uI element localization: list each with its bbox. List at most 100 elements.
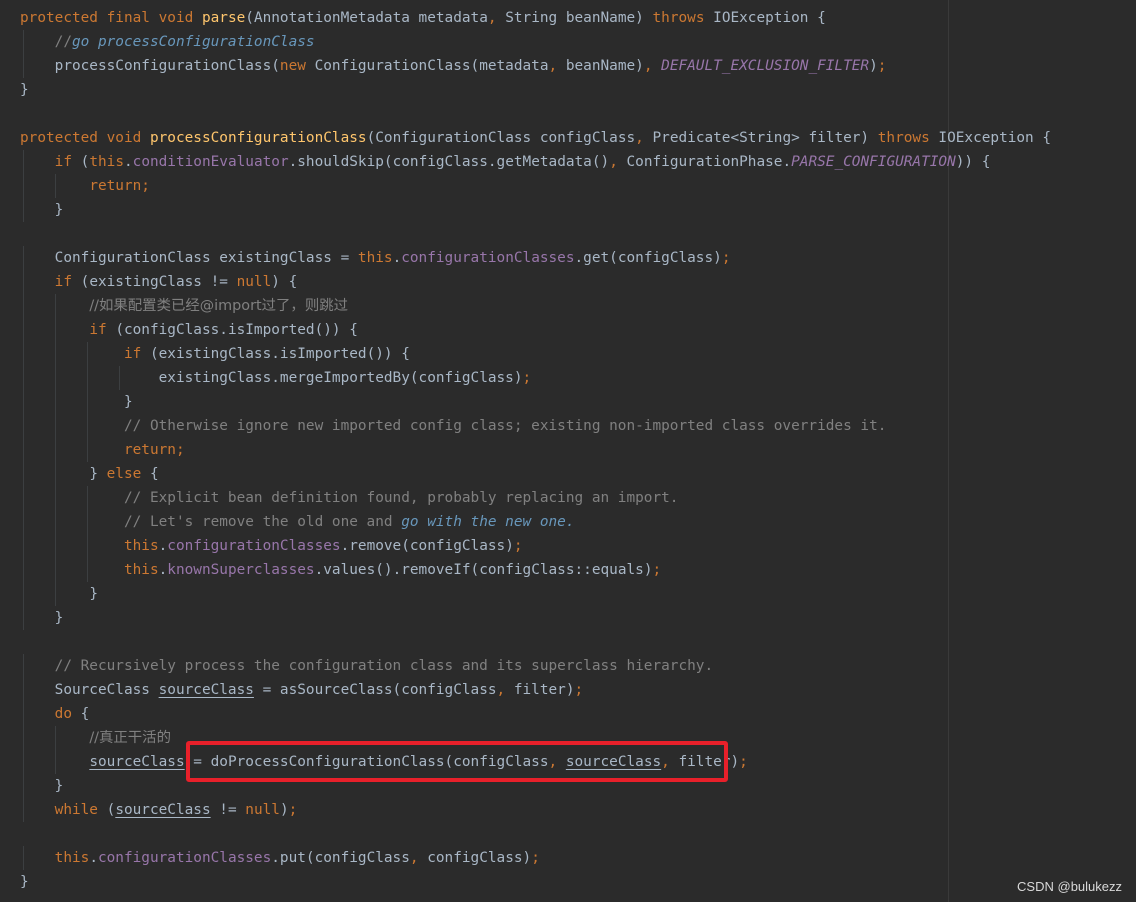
code-token-cmt-kw: go processConfigurationClass	[71, 34, 315, 50]
code-token-plain: .shouldSkip(configClass.getMetadata()	[288, 154, 610, 170]
indent-guide	[55, 366, 56, 390]
indent-guide	[87, 486, 88, 510]
code-token-plain: ConfigurationPhase.	[626, 154, 792, 170]
code-token-comment: // Recursively process the configuration…	[54, 658, 714, 674]
code-token-plain: (existingClass !=	[80, 274, 237, 290]
code-line[interactable]: // Otherwise ignore new imported config …	[20, 414, 1051, 438]
indent-guide	[23, 558, 24, 582]
code-line[interactable]: // Explicit bean definition found, proba…	[20, 486, 1051, 510]
code-line[interactable]	[20, 822, 1051, 846]
code-line[interactable]: protected final void parse(AnnotationMet…	[20, 6, 1051, 30]
indent-guide	[23, 606, 24, 630]
code-token-field: knownSuperclasses	[167, 562, 315, 578]
code-token-kw: if	[54, 154, 81, 170]
code-token-plain: (	[106, 802, 116, 818]
code-token-plain: (ConfigurationClass configClass	[366, 130, 636, 146]
code-token-plain: processConfigurationClass(	[54, 58, 280, 74]
indent-guide	[23, 798, 24, 822]
code-line[interactable]: if (configClass.isImported()) {	[20, 318, 1051, 342]
code-token-plain: ConfigurationClass(metadata	[314, 58, 549, 74]
code-token-plain: existingClass.mergeImportedBy(configClas…	[158, 370, 523, 386]
code-token-kw: ;	[522, 370, 532, 386]
code-line[interactable]: if (existingClass != null) {	[20, 270, 1051, 294]
code-token-plain: Predicate<String> filter)	[652, 130, 878, 146]
code-line[interactable]: processConfigurationClass(new Configurat…	[20, 54, 1051, 78]
code-line[interactable]: } else {	[20, 462, 1051, 486]
code-token-kw: ,	[496, 682, 514, 698]
indent-guide	[23, 678, 24, 702]
code-line[interactable]: do {	[20, 702, 1051, 726]
code-token-plain: .	[158, 538, 168, 554]
code-token-kw: protected final void	[20, 10, 202, 26]
indent-guide	[119, 366, 120, 390]
code-line[interactable]: }	[20, 606, 1051, 630]
code-line[interactable]: return;	[20, 174, 1051, 198]
code-line[interactable]: }	[20, 198, 1051, 222]
indent-guide	[23, 702, 24, 726]
code-line[interactable]: if (this.conditionEvaluator.shouldSkip(c…	[20, 150, 1051, 174]
code-line[interactable]: protected void processConfigurationClass…	[20, 126, 1051, 150]
code-line[interactable]: // Let's remove the old one and go with …	[20, 510, 1051, 534]
code-token-kw: while	[54, 802, 107, 818]
code-token-comment: //	[54, 34, 72, 50]
code-token-kw: ;	[513, 538, 523, 554]
code-line[interactable]: }	[20, 390, 1051, 414]
code-token-plain: .put(configClass	[271, 850, 410, 866]
code-line[interactable]	[20, 102, 1051, 126]
code-token-plain: filter)	[513, 682, 575, 698]
indent-guide	[23, 150, 24, 174]
code-token-var-ul: sourceClass	[158, 682, 254, 698]
code-token-kw: ,	[487, 10, 506, 26]
code-line[interactable]	[20, 630, 1051, 654]
indent-guide	[23, 246, 24, 270]
code-token-plain: .	[123, 154, 133, 170]
code-line[interactable]: this.configurationClasses.put(configClas…	[20, 846, 1051, 870]
code-token-fn: parse	[201, 10, 246, 26]
code-token-static: PARSE_CONFIGURATION	[791, 154, 956, 170]
code-token-plain: = asSourceClass(configClass	[253, 682, 497, 698]
code-token-kw: if	[123, 346, 150, 362]
code-token-plain: }	[20, 874, 29, 890]
code-token-plain: }	[20, 82, 29, 98]
code-line[interactable]: //如果配置类已经@import过了，则跳过	[20, 294, 1051, 318]
code-token-plain: ) {	[271, 274, 298, 290]
indent-guide	[23, 750, 24, 774]
code-line[interactable]: }	[20, 78, 1051, 102]
code-token-plain: .get(configClass)	[574, 250, 722, 266]
code-line[interactable]: SourceClass sourceClass = asSourceClass(…	[20, 678, 1051, 702]
code-line[interactable]: while (sourceClass != null);	[20, 798, 1051, 822]
code-line[interactable]: existingClass.mergeImportedBy(configClas…	[20, 366, 1051, 390]
code-line[interactable]: }	[20, 870, 1051, 894]
code-line[interactable]: this.configurationClasses.remove(configC…	[20, 534, 1051, 558]
code-token-plain: IOException {	[938, 130, 1052, 146]
indent-guide	[55, 510, 56, 534]
code-token-kw: throws	[877, 130, 939, 146]
indent-guide	[23, 774, 24, 798]
code-token-plain: .remove(configClass)	[340, 538, 514, 554]
code-editor[interactable]: protected final void parse(AnnotationMet…	[0, 0, 1136, 902]
code-line[interactable]	[20, 222, 1051, 246]
code-line[interactable]: // Recursively process the configuration…	[20, 654, 1051, 678]
code-line[interactable]: }	[20, 582, 1051, 606]
code-token-kw: protected void	[20, 130, 150, 146]
code-token-kw: ,	[409, 850, 428, 866]
code-token-plain: String beanName)	[505, 10, 653, 26]
code-line[interactable]: //go processConfigurationClass	[20, 30, 1051, 54]
indent-guide	[23, 54, 24, 78]
code-line[interactable]: this.knownSuperclasses.values().removeIf…	[20, 558, 1051, 582]
code-line[interactable]: return;	[20, 438, 1051, 462]
code-token-plain: }	[89, 586, 98, 602]
code-token-plain: .	[89, 850, 98, 866]
code-line[interactable]: ConfigurationClass existingClass = this.…	[20, 246, 1051, 270]
code-token-plain: SourceClass	[54, 682, 159, 698]
indent-guide	[23, 294, 24, 318]
indent-guide	[23, 390, 24, 414]
code-token-plain: .values().removeIf(configClass::equals)	[314, 562, 653, 578]
code-line[interactable]: if (existingClass.isImported()) {	[20, 342, 1051, 366]
